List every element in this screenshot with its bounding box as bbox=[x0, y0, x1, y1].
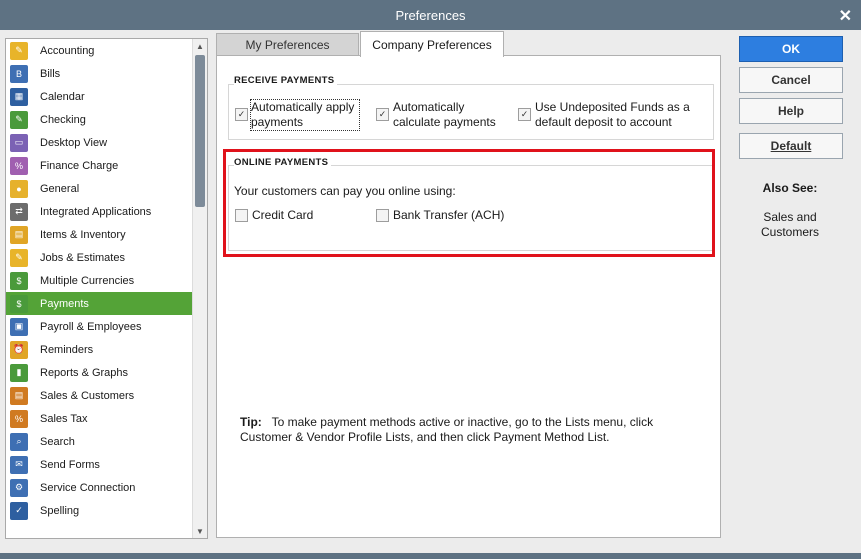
online-payments-highlight bbox=[223, 149, 715, 257]
tab-company-preferences[interactable]: Company Preferences bbox=[360, 31, 504, 57]
category-item-payroll-employees[interactable]: ▣ Payroll & Employees bbox=[6, 315, 192, 338]
tip-text: Tip: To make payment methods active or i… bbox=[240, 415, 670, 445]
default-button[interactable]: Default bbox=[739, 133, 843, 159]
scroll-down-icon[interactable]: ▼ bbox=[193, 524, 207, 538]
integrated-applications-icon: ⇄ bbox=[10, 202, 28, 221]
category-item-send-forms[interactable]: ✉ Send Forms bbox=[6, 453, 192, 476]
category-item-reports-graphs[interactable]: ▮ Reports & Graphs bbox=[6, 361, 192, 384]
category-label: Integrated Applications bbox=[40, 205, 152, 218]
bottom-strip bbox=[0, 553, 861, 559]
category-item-desktop-view[interactable]: ▭ Desktop View bbox=[6, 131, 192, 154]
multiple-currencies-icon: $ bbox=[10, 271, 28, 290]
auto-calculate-checkbox[interactable]: ✓ bbox=[376, 108, 389, 121]
category-item-checking[interactable]: ✎ Checking bbox=[6, 108, 192, 131]
scroll-thumb[interactable] bbox=[195, 55, 205, 207]
category-label: Send Forms bbox=[40, 458, 100, 471]
category-label: General bbox=[40, 182, 80, 195]
close-icon[interactable]: ✕ bbox=[839, 6, 852, 26]
category-label: Checking bbox=[40, 113, 86, 126]
checking-icon: ✎ bbox=[10, 110, 28, 129]
category-item-sales-tax[interactable]: % Sales Tax bbox=[6, 407, 192, 430]
category-label: Multiple Currencies bbox=[40, 274, 135, 287]
sales-customers-icon: ▤ bbox=[10, 386, 28, 405]
finance-charge-icon: % bbox=[10, 156, 28, 175]
service-connection-icon: ⚙ bbox=[10, 478, 28, 497]
receive-payments-title: RECEIVE PAYMENTS bbox=[234, 75, 338, 86]
cancel-button[interactable]: Cancel bbox=[739, 67, 843, 93]
window-title: Preferences bbox=[395, 7, 466, 23]
category-label: Service Connection bbox=[40, 481, 136, 494]
category-label: Bills bbox=[40, 67, 61, 80]
category-label: Sales & Customers bbox=[40, 389, 135, 402]
category-label: Spelling bbox=[40, 504, 80, 517]
general-icon: ● bbox=[10, 179, 28, 198]
category-item-spelling[interactable]: ✓ Spelling bbox=[6, 499, 192, 522]
also-see-title: Also See: bbox=[762, 181, 818, 195]
tab-company-preferences-label: Company Preferences bbox=[372, 37, 492, 52]
category-item-general[interactable]: ● General bbox=[6, 177, 192, 200]
category-item-multiple-currencies[interactable]: $ Multiple Currencies bbox=[6, 269, 192, 292]
category-item-jobs-estimates[interactable]: ✎ Jobs & Estimates bbox=[6, 246, 192, 269]
scroll-up-icon[interactable]: ▲ bbox=[193, 39, 207, 53]
category-label: Finance Charge bbox=[40, 159, 119, 172]
reports-graphs-icon: ▮ bbox=[10, 363, 28, 382]
category-item-integrated-applications[interactable]: ⇄ Integrated Applications bbox=[6, 200, 192, 223]
auto-apply-checkbox[interactable]: ✓ bbox=[235, 108, 248, 121]
payroll-employees-icon: ▣ bbox=[10, 317, 28, 336]
category-label: Reports & Graphs bbox=[40, 366, 129, 379]
category-label: Jobs & Estimates bbox=[40, 251, 125, 264]
tip-line-1: To make payment methods active or inacti… bbox=[271, 415, 654, 429]
ok-button[interactable]: OK bbox=[739, 36, 843, 62]
bills-icon: B bbox=[10, 64, 28, 83]
auto-calculate-label[interactable]: Automatically calculate payments bbox=[393, 100, 508, 130]
category-label: Calendar bbox=[40, 90, 85, 103]
category-scrollbar[interactable]: ▲ ▼ bbox=[192, 39, 207, 538]
payments-icon: $ bbox=[10, 294, 28, 313]
category-item-calendar[interactable]: ▦ Calendar bbox=[6, 85, 192, 108]
jobs-estimates-icon: ✎ bbox=[10, 248, 28, 267]
items-inventory-icon: ▤ bbox=[10, 225, 28, 244]
undeposited-funds-checkbox[interactable]: ✓ bbox=[518, 108, 531, 121]
spelling-icon: ✓ bbox=[10, 501, 28, 520]
title-bar: Preferences ✕ bbox=[0, 0, 861, 30]
tip-label: Tip: bbox=[240, 415, 262, 429]
category-label: Items & Inventory bbox=[40, 228, 126, 241]
category-label: Desktop View bbox=[40, 136, 108, 149]
accounting-icon: ✎ bbox=[10, 41, 28, 60]
tab-my-preferences-label: My Preferences bbox=[245, 38, 330, 52]
tab-my-preferences[interactable]: My Preferences bbox=[216, 33, 359, 56]
category-item-bills[interactable]: B Bills bbox=[6, 62, 192, 85]
category-item-payments[interactable]: $ Payments bbox=[6, 292, 192, 315]
tip-line-2: Customer & Vendor Profile Lists, and the… bbox=[240, 430, 610, 444]
category-item-accounting[interactable]: ✎ Accounting bbox=[6, 39, 192, 62]
category-item-items-inventory[interactable]: ▤ Items & Inventory bbox=[6, 223, 192, 246]
category-label: Sales Tax bbox=[40, 412, 88, 425]
category-label: Payments bbox=[40, 297, 89, 310]
category-label: Accounting bbox=[40, 44, 95, 57]
auto-apply-label[interactable]: Automatically apply payments bbox=[250, 99, 360, 131]
help-button[interactable]: Help bbox=[739, 98, 843, 124]
category-item-reminders[interactable]: ⏰ Reminders bbox=[6, 338, 192, 361]
send-forms-icon: ✉ bbox=[10, 455, 28, 474]
category-item-service-connection[interactable]: ⚙ Service Connection bbox=[6, 476, 192, 499]
category-item-sales-customers[interactable]: ▤ Sales & Customers bbox=[6, 384, 192, 407]
reminders-icon: ⏰ bbox=[10, 340, 28, 359]
category-label: Search bbox=[40, 435, 75, 448]
calendar-icon: ▦ bbox=[10, 87, 28, 106]
category-label: Reminders bbox=[40, 343, 94, 356]
also-see-sales-customers-link[interactable]: Sales and Customers bbox=[739, 210, 841, 240]
category-item-finance-charge[interactable]: % Finance Charge bbox=[6, 154, 192, 177]
sales-tax-icon: % bbox=[10, 409, 28, 428]
category-label: Payroll & Employees bbox=[40, 320, 142, 333]
category-list[interactable]: ✎ Accounting B Bills ▦ Calendar ✎ Checking ▭ Desk… bbox=[5, 38, 208, 539]
desktop-view-icon: ▭ bbox=[10, 133, 28, 152]
undeposited-funds-label[interactable]: Use Undeposited Funds as a default depos… bbox=[535, 100, 707, 130]
category-item-search[interactable]: ⌕ Search bbox=[6, 430, 192, 453]
search-icon: ⌕ bbox=[10, 432, 28, 451]
